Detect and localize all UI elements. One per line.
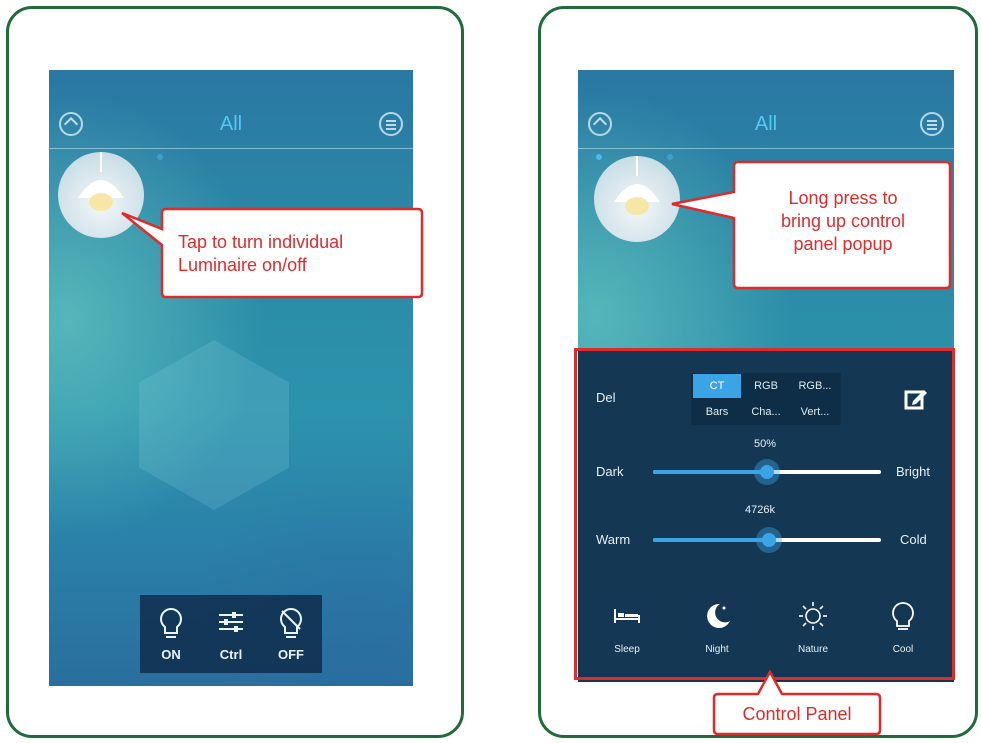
ctrl-button[interactable]: Ctrl: [204, 599, 258, 667]
callout-line-1: Tap to turn individual: [178, 232, 344, 252]
page-title: All: [754, 113, 778, 135]
bulb-icon: [160, 607, 182, 638]
top-bar: All: [578, 70, 954, 149]
top-bar: All: [49, 70, 413, 149]
off-label: OFF: [278, 647, 304, 662]
menu-icon[interactable]: [920, 112, 944, 136]
callout-line-3: panel popup: [793, 234, 893, 254]
left-app-screen: All ON Ctrl OFF: [49, 70, 413, 686]
page-title: All: [219, 113, 243, 135]
control-panel-highlight: [574, 348, 955, 680]
all-on-button[interactable]: ON: [144, 599, 198, 667]
callout-line-1: Long press to: [788, 188, 898, 208]
background-hexagon: [139, 340, 289, 510]
control-panel-label: Control Panel: [742, 704, 852, 724]
sliders-icon: [219, 612, 243, 632]
callout-line-2: Luminaire on/off: [178, 255, 307, 275]
bottom-toolbar: ON Ctrl OFF: [140, 595, 322, 673]
ctrl-label: Ctrl: [219, 647, 243, 662]
all-off-button[interactable]: OFF: [264, 599, 318, 667]
selection-dot: [157, 154, 163, 160]
callout-line-2: bring up control: [780, 211, 906, 231]
menu-icon[interactable]: [379, 112, 403, 136]
bulb-off-icon: [280, 607, 302, 638]
on-label: ON: [161, 647, 181, 662]
